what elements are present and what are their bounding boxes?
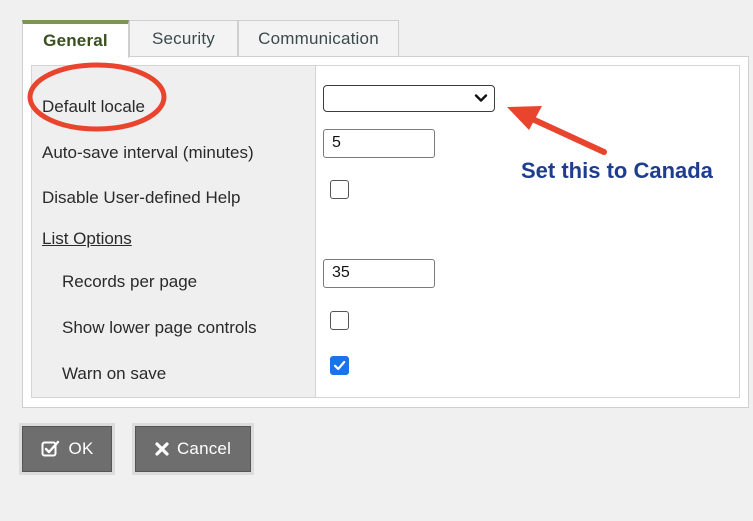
label-column: Default locale Auto-save interval (minut… bbox=[32, 66, 316, 397]
cancel-button-label: Cancel bbox=[176, 439, 232, 458]
tab-bar: General Security Communication bbox=[22, 20, 399, 58]
autosave-interval-input[interactable]: 5 bbox=[323, 129, 435, 158]
show-lower-controls-checkbox[interactable] bbox=[330, 311, 349, 330]
annotation-text: Set this to Canada bbox=[521, 158, 713, 183]
autosave-interval-label: Auto-save interval (minutes) bbox=[42, 143, 254, 162]
close-icon bbox=[155, 442, 169, 456]
default-locale-label: Default locale bbox=[42, 97, 146, 116]
records-per-page-input[interactable]: 35 bbox=[323, 259, 435, 288]
default-locale-select[interactable] bbox=[323, 85, 495, 112]
disable-help-checkbox[interactable] bbox=[330, 180, 349, 199]
show-lower-controls-label: Show lower page controls bbox=[62, 318, 257, 337]
cancel-button[interactable]: Cancel bbox=[135, 426, 251, 472]
settings-window: General Security Communication Default l… bbox=[0, 0, 753, 521]
chevron-down-icon bbox=[474, 94, 488, 102]
settings-form: Default locale Auto-save interval (minut… bbox=[31, 65, 740, 398]
records-per-page-label: Records per page bbox=[62, 272, 198, 291]
warn-on-save-label: Warn on save bbox=[62, 364, 167, 383]
warn-on-save-checkbox[interactable] bbox=[330, 356, 349, 375]
ok-button[interactable]: OK bbox=[22, 426, 112, 472]
list-options-heading: List Options bbox=[42, 229, 132, 248]
ok-button-label: OK bbox=[68, 439, 94, 458]
disable-help-label: Disable User-defined Help bbox=[42, 188, 241, 207]
tab-communication[interactable]: Communication bbox=[238, 20, 399, 57]
checkmark-icon bbox=[333, 360, 346, 371]
tab-general[interactable]: General bbox=[22, 20, 129, 58]
tab-security[interactable]: Security bbox=[129, 20, 238, 57]
check-square-icon bbox=[41, 440, 59, 457]
